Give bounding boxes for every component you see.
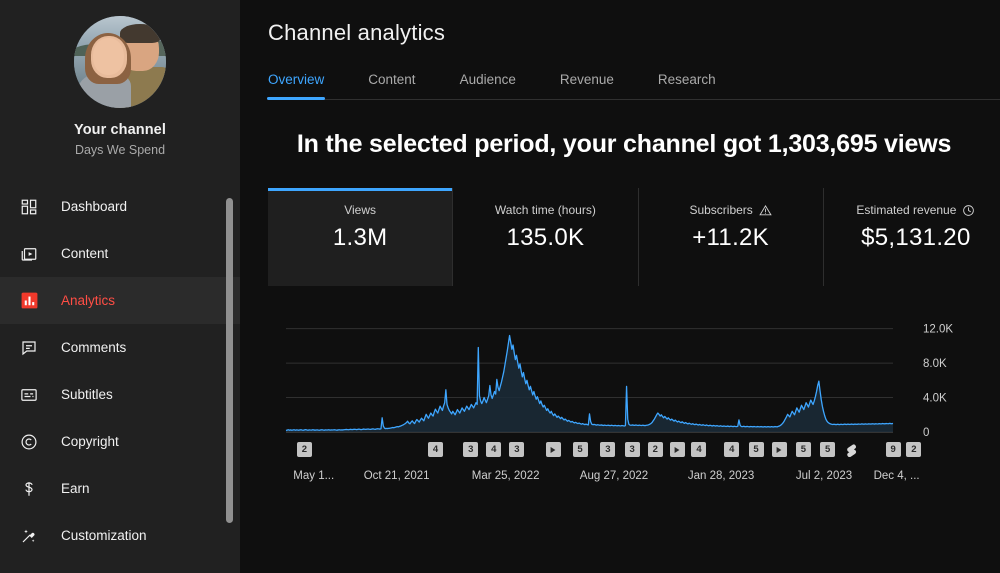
chart-y-tick-label: 0 (923, 427, 929, 439)
video-count-marker[interactable]: 3 (600, 442, 616, 457)
views-chart[interactable]: 0 4.0K 8.0K 12.0K 2434353324455592 May 1...… (268, 312, 1000, 487)
metric-label: Subscribers (689, 203, 753, 217)
sidebar-item-subtitles[interactable]: Subtitles (0, 371, 240, 418)
main-content: Channel analytics Overview Content Audie… (240, 0, 1000, 573)
video-marker-play-icon[interactable] (669, 442, 685, 457)
sidebar-item-customization[interactable]: Customization (0, 512, 240, 559)
content-icon (18, 243, 40, 265)
metric-card-estimated-revenue[interactable]: Estimated revenue $5,131.20 (823, 188, 1000, 286)
channel-subtitle: Days We Spend (74, 143, 166, 157)
sidebar-item-label: Dashboard (61, 198, 128, 214)
tab-revenue[interactable]: Revenue (560, 72, 614, 99)
views-chart-svg: 0 4.0K 8.0K 12.0K (285, 324, 953, 439)
video-count-marker[interactable]: 5 (820, 442, 836, 457)
chart-x-tick-label: Oct 21, 2021 (363, 470, 430, 482)
clock-icon[interactable] (962, 204, 975, 217)
sidebar-item-label: Subtitles (61, 386, 113, 402)
video-count-marker[interactable]: 4 (724, 442, 740, 457)
customization-icon (18, 525, 40, 547)
video-marker-play-icon[interactable] (545, 442, 561, 457)
video-count-marker[interactable]: 4 (691, 442, 707, 457)
overview-headline: In the selected period, your channel got… (296, 130, 952, 158)
video-count-marker[interactable]: 4 (428, 442, 444, 457)
sidebar-scrollbar[interactable] (226, 198, 233, 523)
sidebar-item-label: Copyright (61, 433, 119, 449)
video-count-marker[interactable]: 3 (509, 442, 525, 457)
metric-value: 1.3M (332, 224, 388, 251)
video-count-marker[interactable]: 3 (624, 442, 640, 457)
video-count-marker[interactable]: 2 (296, 442, 312, 457)
chart-x-tick-label: Jul 2, 2023 (795, 470, 853, 482)
metric-label: Estimated revenue (856, 203, 957, 217)
video-count-marker[interactable]: 2 (647, 442, 663, 457)
metric-card-views[interactable]: Views 1.3M (268, 188, 454, 286)
video-count-marker[interactable]: 2 (906, 442, 922, 457)
tab-research[interactable]: Research (658, 72, 716, 99)
video-count-marker[interactable]: 5 (795, 442, 811, 457)
sidebar-item-copyright[interactable]: Copyright (0, 418, 240, 465)
shorts-marker-icon[interactable] (843, 442, 858, 457)
video-count-marker[interactable]: 5 (748, 442, 764, 457)
tab-audience[interactable]: Audience (460, 72, 516, 99)
sidebar-nav: Dashboard Content Analytics Comments Sub… (0, 183, 240, 559)
video-count-marker[interactable]: 5 (572, 442, 588, 457)
tab-overview[interactable]: Overview (266, 72, 326, 100)
metric-label: Views (344, 203, 377, 217)
sidebar-item-analytics[interactable]: Analytics (0, 277, 240, 324)
metric-cards: Views 1.3M Watch time (hours) 135.0K Sub… (268, 188, 1000, 286)
sidebar-item-label: Comments (61, 339, 127, 355)
analytics-icon (18, 290, 40, 312)
chart-x-tick-label: Jan 28, 2023 (687, 470, 755, 482)
tab-content[interactable]: Content (368, 72, 415, 99)
metric-card-label-row: Views (344, 203, 376, 217)
chart-x-tick-label: May 1... (293, 470, 335, 482)
video-marker-play-icon[interactable] (771, 442, 787, 457)
metric-card-label-row: Subscribers (689, 203, 772, 217)
chart-y-tick-label: 4.0K (923, 393, 947, 405)
sidebar-item-earn[interactable]: Earn (0, 465, 240, 512)
chart-x-tick-label: Mar 25, 2022 (471, 470, 540, 482)
channel-avatar[interactable] (74, 16, 166, 108)
chart-x-tick-label: Aug 27, 2022 (579, 470, 649, 482)
metric-card-label-row: Watch time (hours) (495, 203, 596, 217)
metric-value: 135.0K (506, 224, 585, 251)
metric-value: $5,131.20 (861, 224, 971, 251)
chart-y-tick-label: 8.0K (923, 358, 947, 370)
sidebar-item-label: Customization (61, 527, 147, 543)
sidebar-item-label: Analytics (61, 292, 116, 308)
comments-icon (18, 337, 40, 359)
earn-icon (18, 478, 40, 500)
chart-x-tick-label: Dec 4, ... (873, 470, 920, 482)
subtitles-icon (18, 384, 40, 406)
metric-card-label-row: Estimated revenue (856, 203, 975, 217)
youtube-studio-analytics-page: Your channel Days We Spend Dashboard Con… (0, 0, 1000, 573)
warning-icon[interactable] (759, 204, 772, 217)
analytics-tabs: Overview Content Audience Revenue Resear… (266, 72, 1000, 100)
channel-block: Your channel Days We Spend (0, 0, 240, 157)
dashboard-icon (18, 196, 40, 218)
metric-label: Watch time (hours) (494, 203, 596, 217)
sidebar-item-comments[interactable]: Comments (0, 324, 240, 371)
channel-title: Your channel (74, 122, 166, 138)
video-count-marker[interactable]: 4 (486, 442, 502, 457)
metric-value: +11.2K (692, 224, 769, 251)
sidebar: Your channel Days We Spend Dashboard Con… (0, 0, 240, 573)
sidebar-item-label: Content (61, 245, 109, 261)
metric-card-subscribers[interactable]: Subscribers +11.2K (638, 188, 824, 286)
sidebar-item-label: Earn (61, 480, 90, 496)
page-title: Channel analytics (268, 20, 446, 45)
sidebar-scrollbar-thumb[interactable] (226, 198, 233, 523)
copyright-icon (18, 431, 40, 453)
sidebar-item-content[interactable]: Content (0, 230, 240, 277)
video-count-marker[interactable]: 9 (885, 442, 901, 457)
sidebar-item-dashboard[interactable]: Dashboard (0, 183, 240, 230)
chart-y-tick-label: 12.0K (923, 324, 953, 336)
video-count-marker[interactable]: 3 (463, 442, 479, 457)
metric-card-watch-time[interactable]: Watch time (hours) 135.0K (453, 188, 639, 286)
